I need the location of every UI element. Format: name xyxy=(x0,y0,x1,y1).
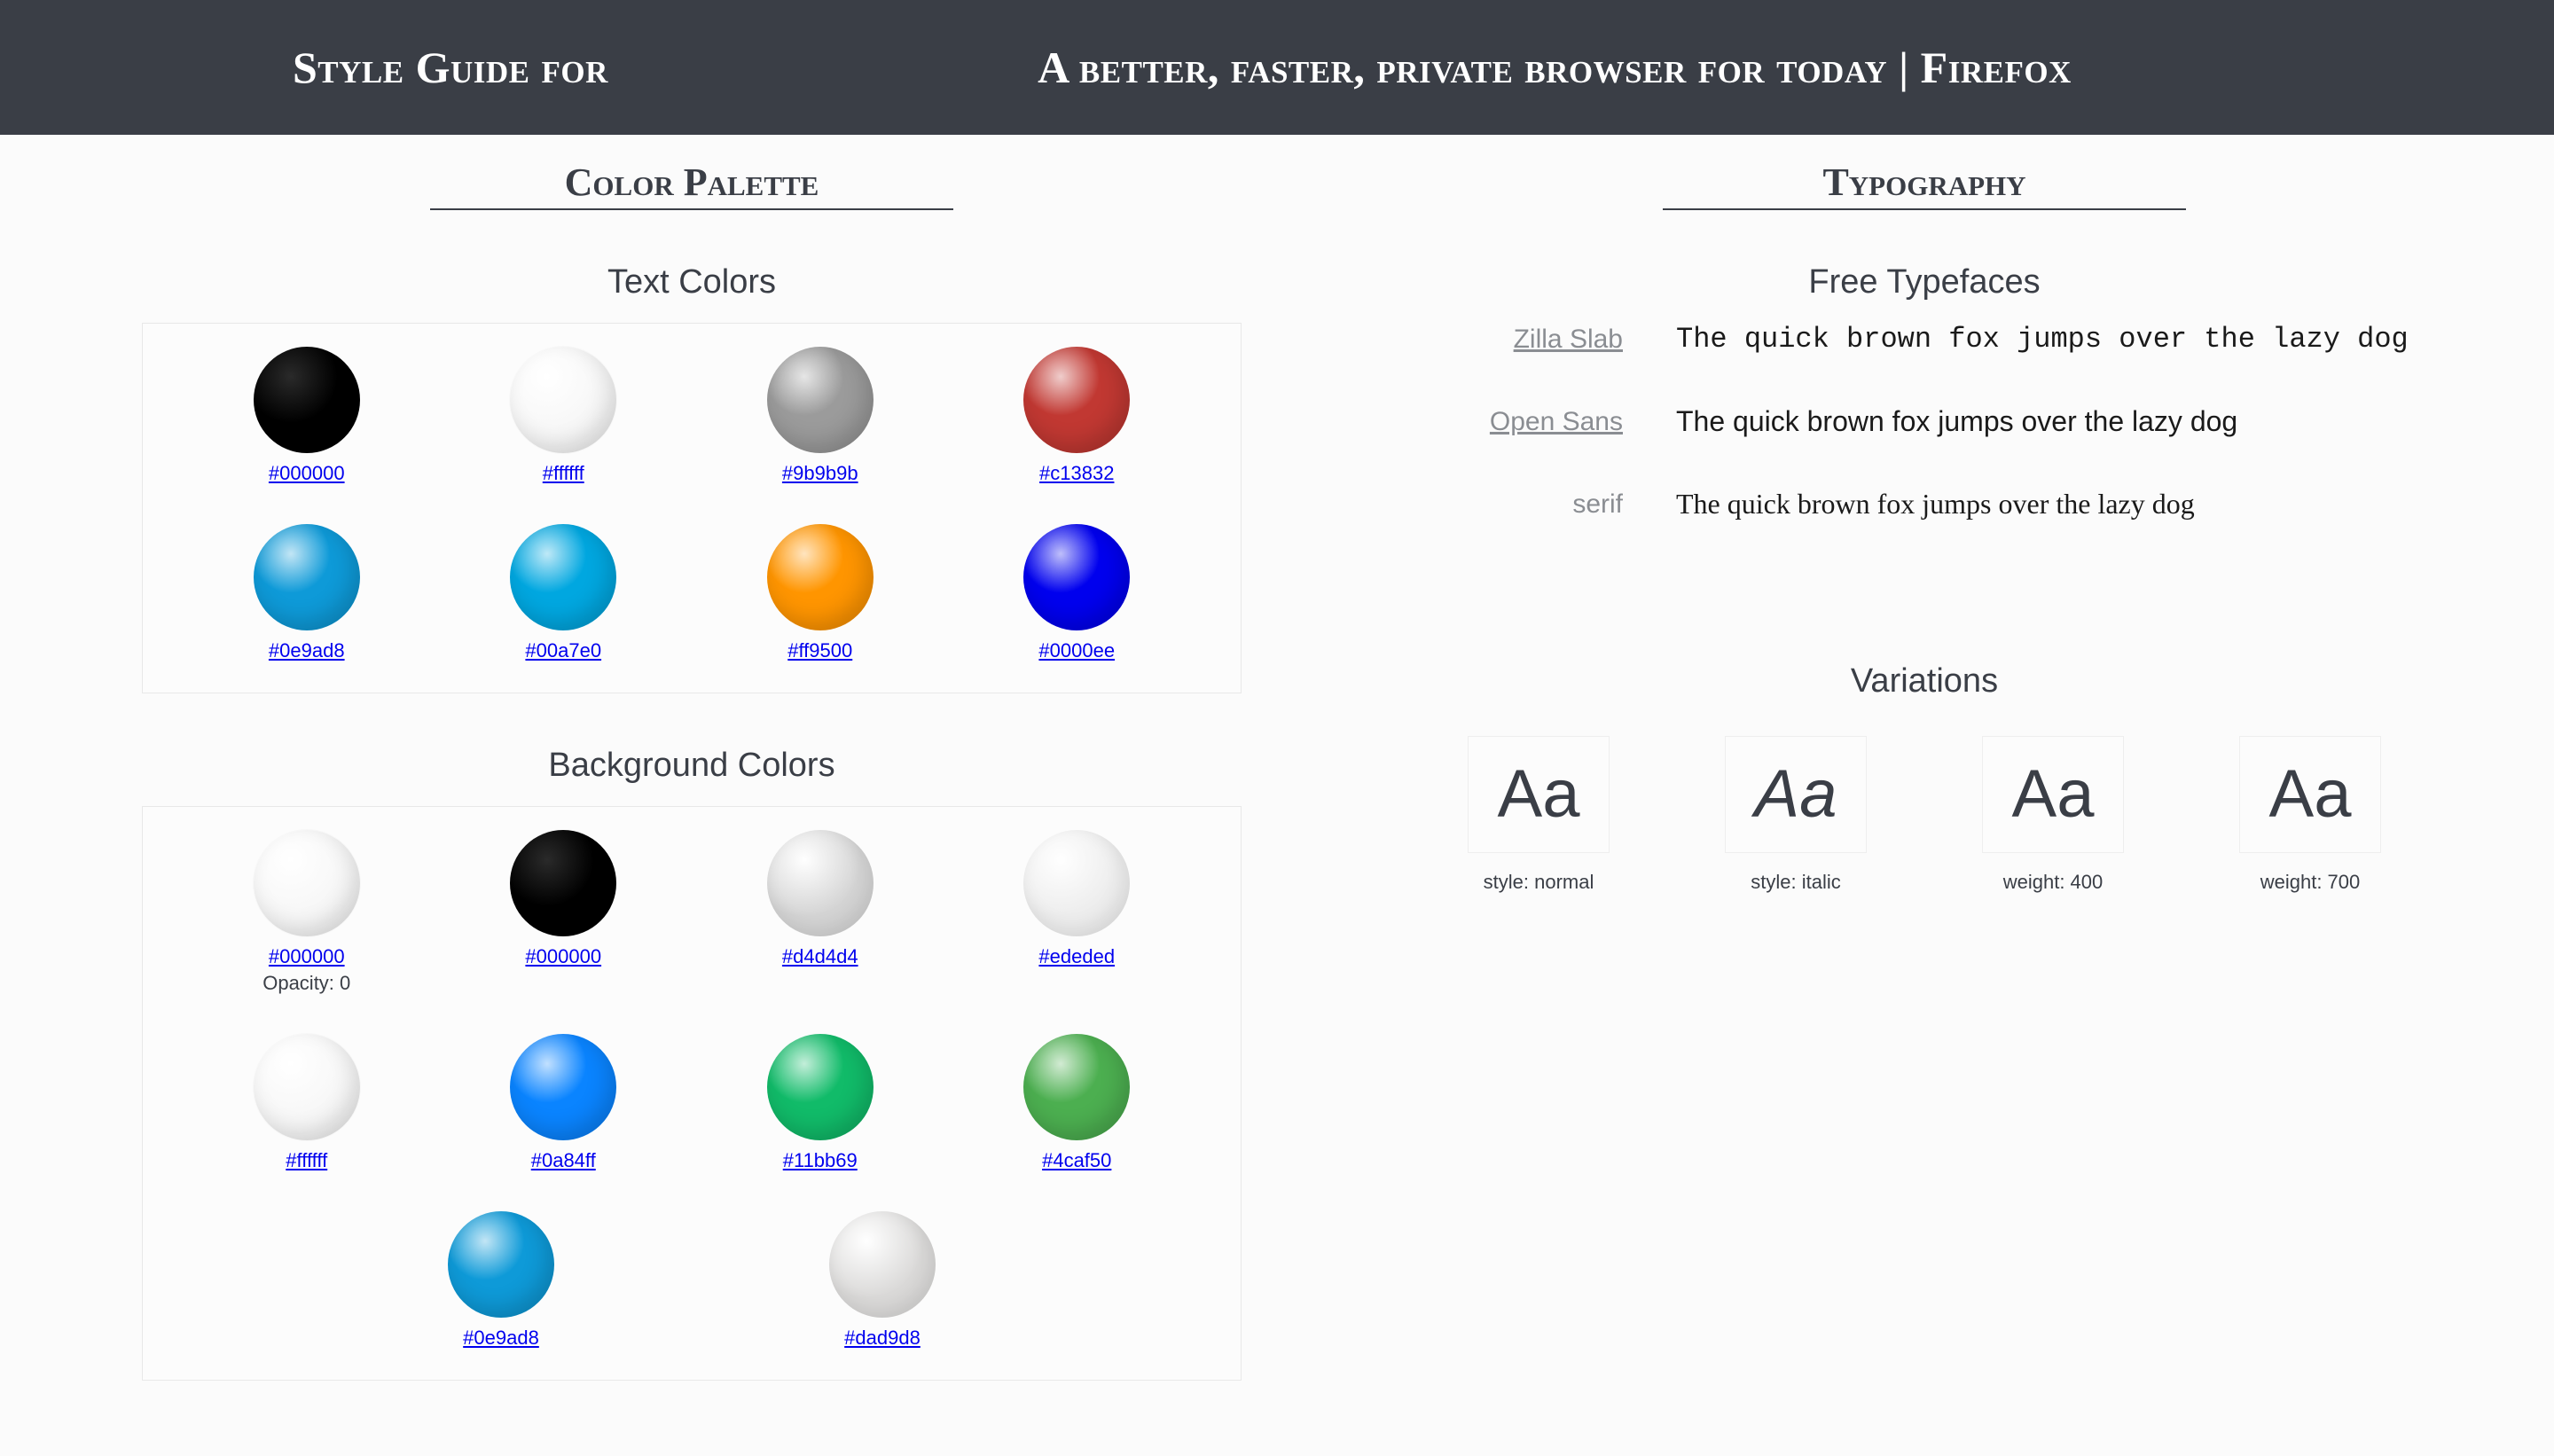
text-colors-grid: #000000 #ffffff #9b9b9b #c13832 #0e9ad8 #00a7… xyxy=(178,347,1205,662)
color-swatch: #0e9ad8 xyxy=(448,1211,554,1350)
color-swatch: #11bb69 xyxy=(692,1034,949,1172)
color-hex-link[interactable]: #0000ee xyxy=(1038,639,1115,661)
typeface-sample: The quick brown fox jumps over the lazy … xyxy=(1676,405,2237,438)
typeface-name[interactable]: Open Sans xyxy=(1437,407,1676,437)
color-hex-link[interactable]: #000000 xyxy=(269,945,345,967)
color-swatch: #0e9ad8 xyxy=(178,524,435,662)
color-hex-link[interactable]: #d4d4d4 xyxy=(782,945,858,967)
variation-box: Aa xyxy=(2239,736,2381,853)
typography-column: Typography Free Typefaces Zilla SlabThe … xyxy=(1348,160,2448,1381)
typeface-row: Open SansThe quick brown fox jumps over … xyxy=(1437,405,2412,438)
variation-label: weight: 700 xyxy=(2239,871,2381,894)
content: Color Palette Text Colors #000000 #ffffff… xyxy=(0,135,2554,1381)
color-swatch: #ff9500 xyxy=(692,524,949,662)
color-sphere xyxy=(254,347,360,453)
color-swatch: #ffffff xyxy=(435,347,693,485)
bg-colors-panel: #000000 Opacity: 0 #000000 #d4d4d4 #ededed #f… xyxy=(142,806,1242,1381)
color-swatch: #00a7e0 xyxy=(435,524,693,662)
variation-box: Aa xyxy=(1982,736,2124,853)
color-swatch: #ededed xyxy=(949,830,1206,995)
variation-box: Aa xyxy=(1725,736,1867,853)
variation-box: Aa xyxy=(1468,736,1610,853)
color-hex-link[interactable]: #000000 xyxy=(269,462,345,484)
color-swatch: #9b9b9b xyxy=(692,347,949,485)
text-colors-title: Text Colors xyxy=(106,263,1277,301)
color-swatch: #000000 Opacity: 0 xyxy=(178,830,435,995)
color-swatch: #ffffff xyxy=(178,1034,435,1172)
header-prefix: Style Guide for xyxy=(293,42,608,93)
bg-colors-title: Background Colors xyxy=(106,747,1277,785)
color-swatch: #0000ee xyxy=(949,524,1206,662)
color-hex-link[interactable]: #ff9500 xyxy=(787,639,852,661)
color-sphere xyxy=(767,830,874,936)
color-hex-link[interactable]: #ffffff xyxy=(543,462,584,484)
typeface-sample: The quick brown fox jumps over the lazy … xyxy=(1676,323,2409,356)
color-swatch: #4caf50 xyxy=(949,1034,1206,1172)
typeface-name[interactable]: Zilla Slab xyxy=(1437,325,1676,355)
typeface-row: serifThe quick brown fox jumps over the … xyxy=(1437,488,2412,521)
color-swatch: #000000 xyxy=(435,830,693,995)
color-hex-link[interactable]: #00a7e0 xyxy=(525,639,601,661)
color-swatch: #dad9d8 xyxy=(829,1211,936,1350)
color-swatch: #c13832 xyxy=(949,347,1206,485)
color-sphere xyxy=(254,830,360,936)
typeface-sample: The quick brown fox jumps over the lazy … xyxy=(1676,488,2195,521)
color-hex-link[interactable]: #11bb69 xyxy=(783,1149,858,1171)
text-colors-panel: #000000 #ffffff #9b9b9b #c13832 #0e9ad8 #00a7… xyxy=(142,323,1242,693)
color-sphere xyxy=(767,347,874,453)
color-sphere xyxy=(254,524,360,630)
typefaces-list: Zilla SlabThe quick brown fox jumps over… xyxy=(1401,323,2448,521)
color-swatch: #0a84ff xyxy=(435,1034,693,1172)
color-palette-title: Color Palette xyxy=(430,160,953,210)
color-hex-link[interactable]: #0e9ad8 xyxy=(463,1327,539,1349)
color-hex-link[interactable]: #ededed xyxy=(1038,945,1115,967)
color-sphere xyxy=(510,830,616,936)
variation-item: Aa style: italic xyxy=(1725,736,1867,894)
opacity-note: Opacity: 0 xyxy=(178,972,435,995)
typeface-row: Zilla SlabThe quick brown fox jumps over… xyxy=(1437,323,2412,356)
color-palette-column: Color Palette Text Colors #000000 #ffffff… xyxy=(106,160,1277,1381)
color-hex-link[interactable]: #000000 xyxy=(525,945,601,967)
variation-item: Aa style: normal xyxy=(1468,736,1610,894)
color-sphere xyxy=(767,524,874,630)
typeface-name: serif xyxy=(1437,489,1676,520)
typography-title: Typography xyxy=(1663,160,2186,210)
color-hex-link[interactable]: #c13832 xyxy=(1039,462,1114,484)
color-sphere xyxy=(1023,524,1130,630)
color-swatch: #d4d4d4 xyxy=(692,830,949,995)
variation-item: Aa weight: 400 xyxy=(1982,736,2124,894)
variation-label: weight: 400 xyxy=(1982,871,2124,894)
variation-item: Aa weight: 700 xyxy=(2239,736,2381,894)
color-hex-link[interactable]: #4caf50 xyxy=(1042,1149,1111,1171)
bg-colors-extra-row: #0e9ad8 #dad9d8 xyxy=(178,1211,1205,1350)
color-hex-link[interactable]: #0a84ff xyxy=(531,1149,596,1171)
color-sphere xyxy=(448,1211,554,1318)
page-header: Style Guide for A better, faster, privat… xyxy=(0,0,2554,135)
variation-label: style: normal xyxy=(1468,871,1610,894)
color-sphere xyxy=(829,1211,936,1318)
variation-label: style: italic xyxy=(1725,871,1867,894)
color-sphere xyxy=(254,1034,360,1140)
color-hex-link[interactable]: #ffffff xyxy=(286,1149,327,1171)
bg-colors-grid: #000000 Opacity: 0 #000000 #d4d4d4 #ededed #f… xyxy=(178,830,1205,1172)
color-sphere xyxy=(767,1034,874,1140)
color-sphere xyxy=(510,1034,616,1140)
color-sphere xyxy=(510,524,616,630)
variations-title: Variations xyxy=(1401,662,2448,701)
color-hex-link[interactable]: #9b9b9b xyxy=(782,462,858,484)
color-sphere xyxy=(1023,830,1130,936)
color-sphere xyxy=(1023,347,1130,453)
color-hex-link[interactable]: #0e9ad8 xyxy=(269,639,345,661)
header-site-title: A better, faster, private browser for to… xyxy=(697,42,2412,93)
color-hex-link[interactable]: #dad9d8 xyxy=(844,1327,921,1349)
color-swatch: #000000 xyxy=(178,347,435,485)
variations-grid: Aa style: normal Aa style: italic Aa weight: … xyxy=(1401,736,2448,894)
color-sphere xyxy=(1023,1034,1130,1140)
color-sphere xyxy=(510,347,616,453)
free-typefaces-title: Free Typefaces xyxy=(1401,263,2448,301)
